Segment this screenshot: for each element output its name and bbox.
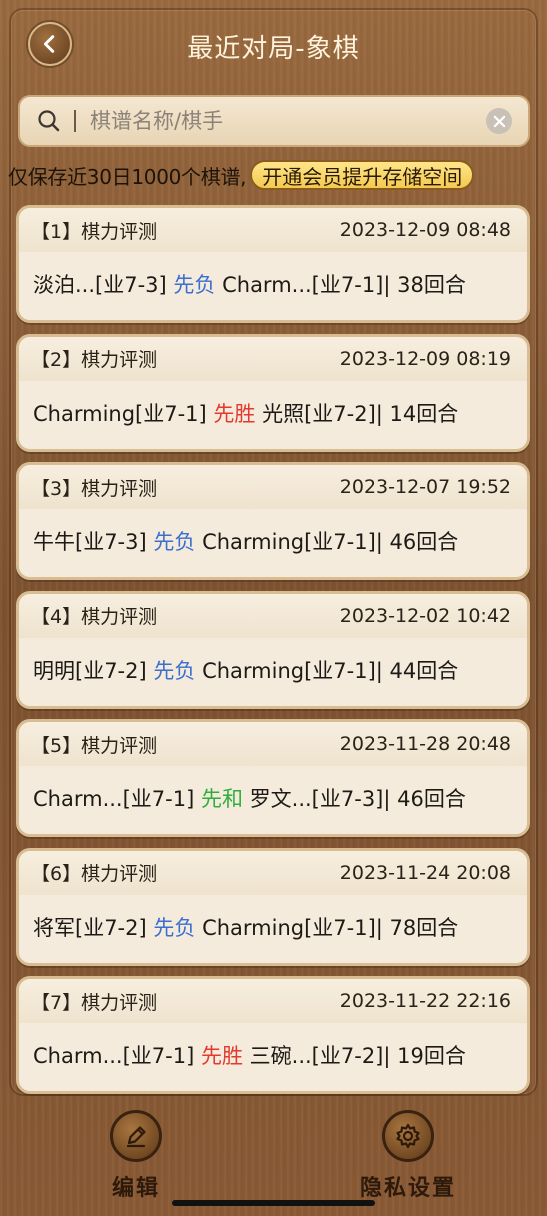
player-one: 淡泊...[业7-3]: [33, 273, 167, 297]
game-summary: Charm...[业7-1] 先胜 三碗...[业7-2] | 19回合: [19, 1023, 527, 1091]
page-title: 最近对局-象棋: [187, 34, 360, 64]
player-two: Charming[业7-1]: [202, 530, 376, 554]
game-result: 先和: [200, 787, 243, 811]
game-card-header: 【6】棋力评测 2023-11-24 20:08: [19, 850, 527, 895]
game-time: 2023-11-24 20:08: [339, 861, 511, 884]
privacy-settings-label: 隐私设置: [360, 1175, 457, 1201]
player-one: Charming[业7-1]: [33, 401, 207, 426]
gear-icon: [382, 1110, 434, 1162]
header: 最近对局-象棋: [0, 0, 547, 88]
home-indicator: [172, 1200, 375, 1206]
game-result: 先负: [173, 273, 216, 297]
game-card-header: 【7】棋力评测 2023-11-22 22:16: [19, 979, 527, 1023]
move-count: | 44回合: [375, 658, 459, 683]
game-card[interactable]: 【2】棋力评测 2023-12-09 08:19 Charming[业7-1] 先胜…: [16, 333, 530, 452]
game-time: 2023-12-09 08:48: [339, 219, 511, 241]
game-tag: 【5】棋力评测: [31, 734, 158, 757]
storage-notice: 仅保存近30日1000个棋谱, 开通会员提升存储空间: [8, 160, 475, 190]
game-card[interactable]: 【1】棋力评测 2023-12-09 08:48 淡泊...[业7-3] 先负 Ch…: [16, 205, 530, 323]
pencil-icon: [110, 1110, 162, 1162]
player-two: 罗文...[业7-3]: [249, 787, 384, 811]
game-card[interactable]: 【5】棋力评测 2023-11-28 20:48 Charm...[业7-1] 先和…: [16, 719, 530, 837]
move-count: | 46回合: [375, 530, 459, 554]
game-tag: 【4】棋力评测: [31, 606, 158, 628]
player-two: Charming[业7-1]: [202, 915, 376, 940]
game-time: 2023-12-09 08:19: [339, 347, 511, 370]
search-bar[interactable]: [18, 95, 530, 147]
bottom-bar: 编辑 隐私设置: [0, 1096, 547, 1216]
move-count: | 14回合: [375, 401, 459, 426]
game-tag: 【2】棋力评测: [31, 349, 158, 371]
search-icon: [38, 110, 60, 132]
game-summary: 淡泊...[业7-3] 先负 Charm...[业7-1] | 38回合: [19, 252, 527, 320]
clear-icon[interactable]: [486, 108, 512, 134]
search-input[interactable]: [90, 109, 486, 133]
close-icon: [493, 115, 505, 127]
game-tag: 【7】棋力评测: [31, 991, 158, 1014]
game-card-header: 【1】棋力评测 2023-12-09 08:48: [19, 208, 527, 252]
game-summary: 明明[业7-2] 先负 Charming[业7-1] | 44回合: [19, 637, 527, 706]
game-card-header: 【5】棋力评测 2023-11-28 20:48: [19, 722, 527, 766]
game-card[interactable]: 【6】棋力评测 2023-11-24 20:08 将军[业7-2] 先负 Charm…: [16, 847, 530, 966]
move-count: | 46回合: [383, 787, 466, 811]
game-card[interactable]: 【7】棋力评测 2023-11-22 22:16 Charm...[业7-1] 先胜…: [16, 976, 530, 1094]
game-result: 先负: [153, 658, 196, 683]
player-one: 将军[业7-2]: [33, 915, 147, 940]
player-two: Charm...[业7-1]: [222, 273, 384, 297]
game-time: 2023-12-02 10:42: [339, 604, 511, 627]
player-two: Charming[业7-1]: [202, 658, 376, 683]
vip-upgrade-button[interactable]: 开通会员提升存储空间: [250, 160, 475, 190]
edit-label: 编辑: [111, 1175, 160, 1201]
game-time: 2023-12-07 19:52: [339, 476, 511, 498]
game-time: 2023-11-22 22:16: [339, 990, 511, 1012]
search-divider: [74, 110, 76, 132]
game-time: 2023-11-28 20:48: [339, 733, 511, 755]
player-two: 光照[业7-2]: [262, 401, 376, 426]
move-count: | 78回合: [375, 915, 459, 940]
player-one: Charm...[业7-1]: [33, 1044, 195, 1068]
game-card[interactable]: 【4】棋力评测 2023-12-02 10:42 明明[业7-2] 先负 Charm…: [16, 590, 530, 709]
game-result: 先胜: [213, 401, 256, 426]
game-result: 先胜: [200, 1044, 243, 1068]
game-summary: 将军[业7-2] 先负 Charming[业7-1] | 78回合: [19, 894, 527, 963]
game-tag: 【1】棋力评测: [31, 220, 158, 243]
game-tag: 【3】棋力评测: [31, 477, 158, 500]
move-count: | 38回合: [383, 273, 466, 297]
game-summary: Charming[业7-1] 先胜 光照[业7-2] | 14回合: [19, 380, 527, 449]
privacy-settings-button[interactable]: 隐私设置: [360, 1110, 456, 1202]
game-card-header: 【4】棋力评测 2023-12-02 10:42: [19, 593, 527, 638]
game-card-header: 【3】棋力评测 2023-12-07 19:52: [19, 465, 527, 509]
game-result: 先负: [153, 915, 196, 940]
game-tag: 【6】棋力评测: [31, 863, 158, 885]
edit-button[interactable]: 编辑: [110, 1110, 162, 1202]
player-one: 明明[业7-2]: [33, 658, 147, 683]
move-count: | 19回合: [383, 1044, 466, 1068]
player-one: 牛牛[业7-3]: [33, 530, 147, 554]
player-one: Charm...[业7-1]: [33, 787, 195, 811]
game-result: 先负: [153, 530, 196, 554]
player-two: 三碗...[业7-2]: [249, 1044, 384, 1068]
storage-notice-text: 仅保存近30日1000个棋谱,: [8, 164, 247, 189]
game-card[interactable]: 【3】棋力评测 2023-12-07 19:52 牛牛[业7-3] 先负 Charm…: [16, 462, 530, 580]
game-card-header: 【2】棋力评测 2023-12-09 08:19: [19, 336, 527, 381]
game-summary: Charm...[业7-1] 先和 罗文...[业7-3] | 46回合: [19, 766, 527, 834]
game-summary: 牛牛[业7-3] 先负 Charming[业7-1] | 46回合: [19, 509, 527, 577]
